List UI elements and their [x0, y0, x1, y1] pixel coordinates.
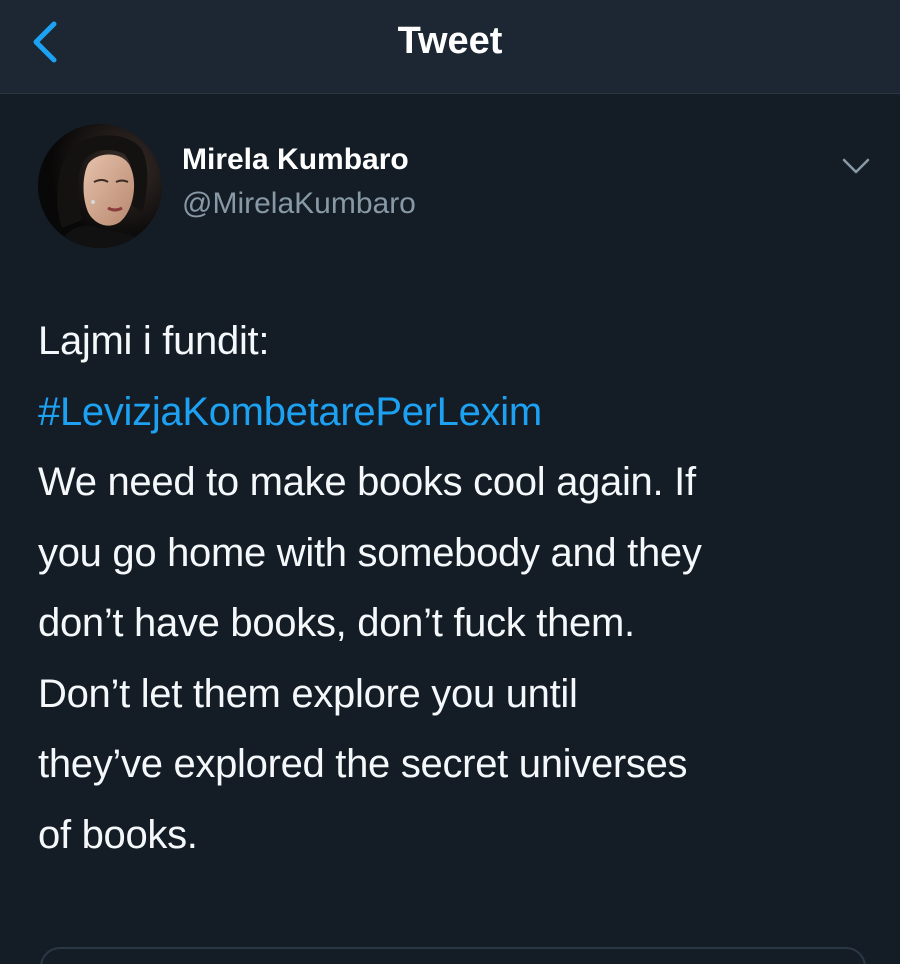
- top-navigation-bar: Tweet: [0, 0, 900, 94]
- hashtag-link[interactable]: #LevizjaKombetarePerLexim: [38, 377, 878, 448]
- tweet-screen: Tweet Mirela Kumbaro @MirelaKumbaro Lajm…: [0, 0, 900, 964]
- tweet-menu-button[interactable]: [836, 152, 876, 182]
- tweet-text-line: Lajmi i fundit:: [38, 319, 270, 363]
- tweet-text-line: don’t have books, don’t fuck them.: [38, 601, 635, 645]
- tweet-text-line: of books.: [38, 812, 198, 857]
- author-display-name[interactable]: Mirela Kumbaro: [182, 142, 409, 178]
- avatar[interactable]: [38, 124, 162, 248]
- tweet-text-line: they’ve explored the secret universes: [38, 742, 688, 786]
- author-handle[interactable]: @MirelaKumbaro: [182, 186, 416, 222]
- chevron-down-icon: [842, 158, 870, 174]
- page-title: Tweet: [397, 20, 503, 62]
- profile-photo: [38, 124, 162, 248]
- tweet-text-line: Don’t let them explore you until: [38, 671, 578, 716]
- embedded-card[interactable]: [40, 947, 866, 964]
- tweet-text: Lajmi i fundit: #LevizjaKombetarePerLexi…: [38, 306, 878, 870]
- tweet-text-line: you go home with somebody and they: [38, 530, 702, 575]
- tweet-detail: Mirela Kumbaro @MirelaKumbaro Lajmi i fu…: [0, 94, 900, 964]
- tweet-text-line: We need to make books cool again. If: [38, 460, 696, 504]
